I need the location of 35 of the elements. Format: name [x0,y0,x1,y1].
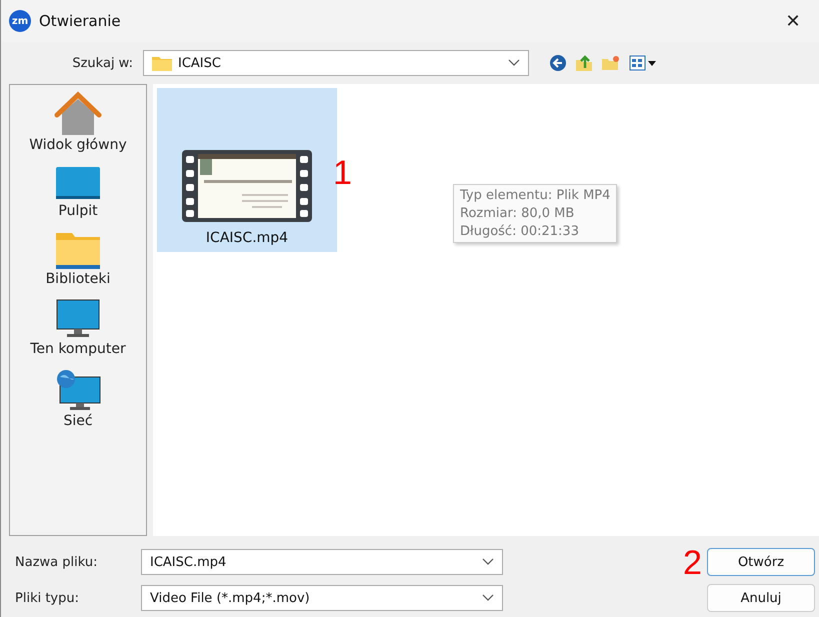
window-title: Otwieranie [39,12,122,30]
app-logo: zm [9,10,31,32]
sidebar-item[interactable]: Ten komputer [30,299,126,357]
network-computer-icon [54,369,102,411]
monitor-icon [56,299,100,339]
tooltip-line: Rozmiar: 80,0 MB [460,206,576,221]
desktop-icon [55,165,101,201]
video-file-icon [182,150,312,222]
chevron-down-icon[interactable] [482,558,494,566]
sidebar-item[interactable]: Sieć [54,369,102,429]
up-folder-icon[interactable] [575,54,593,72]
back-icon[interactable] [549,54,567,72]
home-icon [54,91,102,135]
sidebar-item[interactable]: Biblioteki [46,231,110,287]
filename-field[interactable]: ICAISC.mp4 [141,549,503,575]
filetype-dropdown[interactable]: Video File (*.mp4;*.mov) [141,585,503,611]
view-menu-icon[interactable] [629,55,657,71]
open-button[interactable]: Otwórz [707,548,815,576]
tooltip-line: Długość: 00:21:33 [460,224,580,239]
chevron-down-icon[interactable] [482,594,494,602]
sidebar-item[interactable]: Pulpit [55,165,101,219]
annotation-number: 2 [683,546,702,580]
filename-label: Nazwa pliku: [14,554,98,570]
sidebar-item[interactable]: Widok główny [29,91,127,153]
filetype-label: Pliki typu: [14,590,80,606]
folder-icon [56,231,100,269]
look-in-dropdown[interactable]: ICAISC [143,50,529,76]
file-item[interactable]: ICAISC.mp4 [157,88,337,252]
tooltip-line: Typ elementu: Plik MP4 [460,188,610,203]
cancel-button[interactable]: Anuluj [707,584,815,612]
close-button[interactable]: ✕ [775,6,811,36]
chevron-down-icon[interactable] [508,59,520,67]
look-in-label: Szukaj w: [71,56,134,70]
folder-icon [152,55,172,71]
new-folder-icon[interactable] [601,54,621,72]
